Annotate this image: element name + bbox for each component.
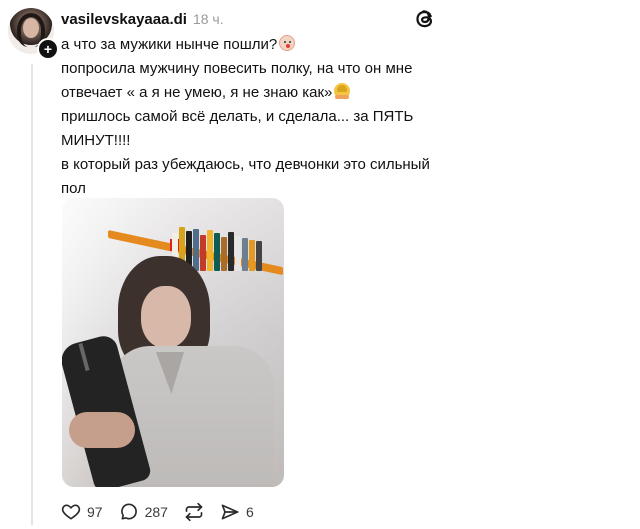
threads-logo-icon[interactable] [413, 7, 437, 31]
share-icon [221, 504, 239, 520]
photo-hand [69, 412, 135, 448]
share-button[interactable]: 6 [220, 502, 254, 522]
post-line-2-text: попросила мужчину повесить полку, на что… [61, 60, 413, 101]
woman-shrugging-icon [334, 83, 351, 99]
clown-face-icon [279, 35, 296, 51]
post-actions: 97 287 6 [61, 500, 254, 524]
like-button[interactable]: 97 [61, 502, 103, 522]
comment-count: 287 [144, 504, 168, 520]
post-line-3: пришлось самой всё делать, и сделала... … [61, 108, 414, 149]
book [235, 236, 241, 271]
post-header: vasilevskayaaa.di 18 ч. [61, 7, 224, 31]
comment-icon [120, 503, 137, 520]
repost-button[interactable] [184, 502, 204, 522]
share-count: 6 [245, 504, 254, 520]
photo-person-face [141, 286, 191, 348]
book [249, 240, 255, 271]
username[interactable]: vasilevskayaaa.di [61, 11, 187, 28]
like-count: 97 [87, 504, 103, 520]
book [228, 232, 234, 271]
follow-plus-icon[interactable]: + [37, 38, 59, 60]
repost-icon [185, 502, 203, 522]
avatar-face [23, 18, 39, 38]
post-line-1: а что за мужики нынче пошли? [61, 33, 431, 57]
book [207, 230, 213, 271]
post-line-4: в который раз убеждаюсь, что девчонки эт… [61, 156, 430, 197]
heart-icon [61, 504, 81, 520]
timestamp: 18 ч. [192, 11, 224, 27]
book [256, 241, 262, 271]
book [221, 237, 227, 271]
thread-line [31, 64, 33, 525]
post-photo[interactable] [62, 198, 284, 487]
post-line-2: попросила мужчину повесить полку, на что… [61, 57, 431, 105]
book [242, 238, 248, 271]
post-line-1-text: а что за мужики нынче пошли? [61, 36, 278, 53]
book [193, 229, 199, 271]
post-text: а что за мужики нынче пошли? попросила м… [61, 33, 431, 201]
book [214, 233, 220, 271]
book [200, 235, 206, 271]
comment-button[interactable]: 287 [119, 502, 168, 522]
